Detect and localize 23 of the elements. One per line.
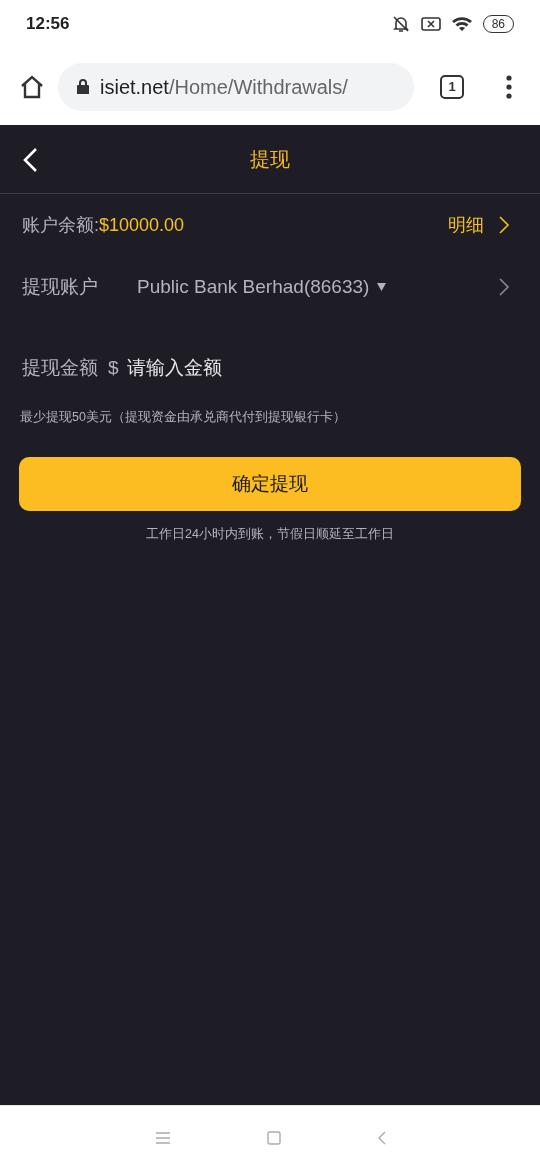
confirm-withdraw-button[interactable]: 确定提现 [19,456,521,511]
dropdown-caret-icon [377,283,387,291]
arrival-note: 工作日24小时内到账，节假日顺延至工作日 [145,525,395,543]
status-time: 12:56 [26,13,70,36]
lock-icon [76,78,90,95]
account-select[interactable]: Public Bank Berhad(86633) [137,272,370,302]
url-field[interactable]: isiet.net/Home/Withdrawals/ [58,62,414,111]
wifi-icon [450,15,473,33]
account-label: 提现账户 [22,274,99,299]
balance-label: 账户余额: [22,213,99,237]
chevron-right-icon [498,277,510,297]
page-title: 提现 [250,147,290,172]
currency-sign: $ [108,355,119,380]
amount-label: 提现金额 [22,355,98,380]
balance-amount: $10000.00 [99,213,185,237]
url-text: isiet.net/Home/Withdrawals/ [100,74,348,100]
more-icon[interactable] [506,74,512,99]
details-link[interactable]: 明细 [448,211,484,239]
amount-input-field[interactable]: 请输入金额 [126,353,518,383]
minimum-note: 最少提现50美元（提现资金由承兑商代付到提现银行卡） [19,409,347,426]
chevron-right-icon [498,215,510,235]
tab-count-button[interactable]: 1 [440,74,464,99]
muted-bell-icon [390,14,411,34]
